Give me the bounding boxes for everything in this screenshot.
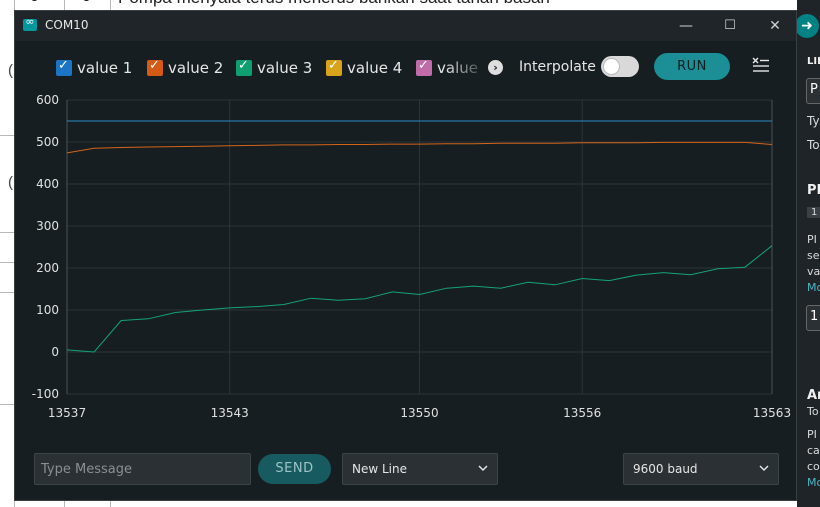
library-desc: PI [807, 233, 817, 246]
table-border [0, 262, 14, 263]
y-tick-label: 0 [51, 345, 59, 359]
library-desc: ca [807, 444, 820, 457]
arrow-right-icon[interactable]: ➜ [797, 14, 819, 38]
line-ending-select[interactable]: New Line [342, 453, 498, 485]
serial-plot-chart[interactable]: 600 500 400 300 200 100 0 -100 13537 13543 13550 13… [15, 11, 796, 431]
doc-paren: ( [8, 62, 13, 79]
library-desc: va [807, 265, 820, 278]
library-label: LIB [807, 56, 820, 67]
doc-paren: ( [8, 174, 13, 191]
y-tick-label: 100 [36, 303, 59, 317]
y-tick-label: 500 [36, 135, 59, 149]
send-button[interactable]: SEND [258, 454, 331, 484]
x-tick-label: 13556 [563, 406, 601, 420]
y-tick-label: 200 [36, 261, 59, 275]
x-tick-label: 13563 [753, 406, 791, 420]
x-tick-label: 13550 [400, 406, 438, 420]
library-desc: se [807, 249, 820, 262]
library-search-text: P [810, 82, 818, 97]
x-tick-label: 13543 [211, 406, 249, 420]
library-desc: co [807, 460, 820, 473]
doc-cell-number: 0 [82, 0, 91, 6]
y-tick-label: 400 [36, 177, 59, 191]
x-tick-label: 13537 [48, 406, 86, 420]
baud-rate-value: 9600 baud [633, 462, 698, 476]
table-border [0, 135, 14, 136]
chevron-down-icon [759, 465, 769, 472]
doc-cell-text: Pompa menyala terus menerus bahkan saat … [118, 0, 550, 8]
table-border [0, 232, 14, 233]
more-info-link[interactable]: Mo [807, 281, 820, 294]
library-author: To [807, 405, 819, 418]
y-tick-label: 600 [36, 93, 59, 107]
library-search-box[interactable]: P [806, 78, 820, 104]
library-title: Ar [807, 388, 820, 403]
version-select-value: 1 [810, 309, 819, 324]
table-border [0, 292, 14, 293]
version-badge: 1 [807, 207, 820, 218]
version-select[interactable]: 1 [806, 305, 820, 331]
y-tick-label: -100 [32, 387, 59, 401]
line-ending-value: New Line [352, 462, 407, 476]
more-info-link[interactable]: Mo [807, 476, 820, 489]
chevron-down-icon [478, 465, 488, 472]
doc-cell-number: 0 [30, 0, 39, 6]
ide-side-panel: ➜ LIB P Ty To PI 1 PI se va Mo 1 Ar To P… [797, 0, 820, 507]
topic-label: To [807, 138, 820, 152]
type-label: Ty [807, 114, 820, 128]
baud-rate-select[interactable]: 9600 baud [623, 453, 779, 485]
library-title: PI [807, 183, 820, 198]
library-desc: PI [807, 428, 817, 441]
message-input[interactable] [34, 453, 251, 485]
table-border [0, 404, 14, 405]
serial-plotter-window: COM10 — ☐ ✕ value 1 value 2 value 3 valu… [14, 10, 797, 501]
y-tick-label: 300 [36, 219, 59, 233]
